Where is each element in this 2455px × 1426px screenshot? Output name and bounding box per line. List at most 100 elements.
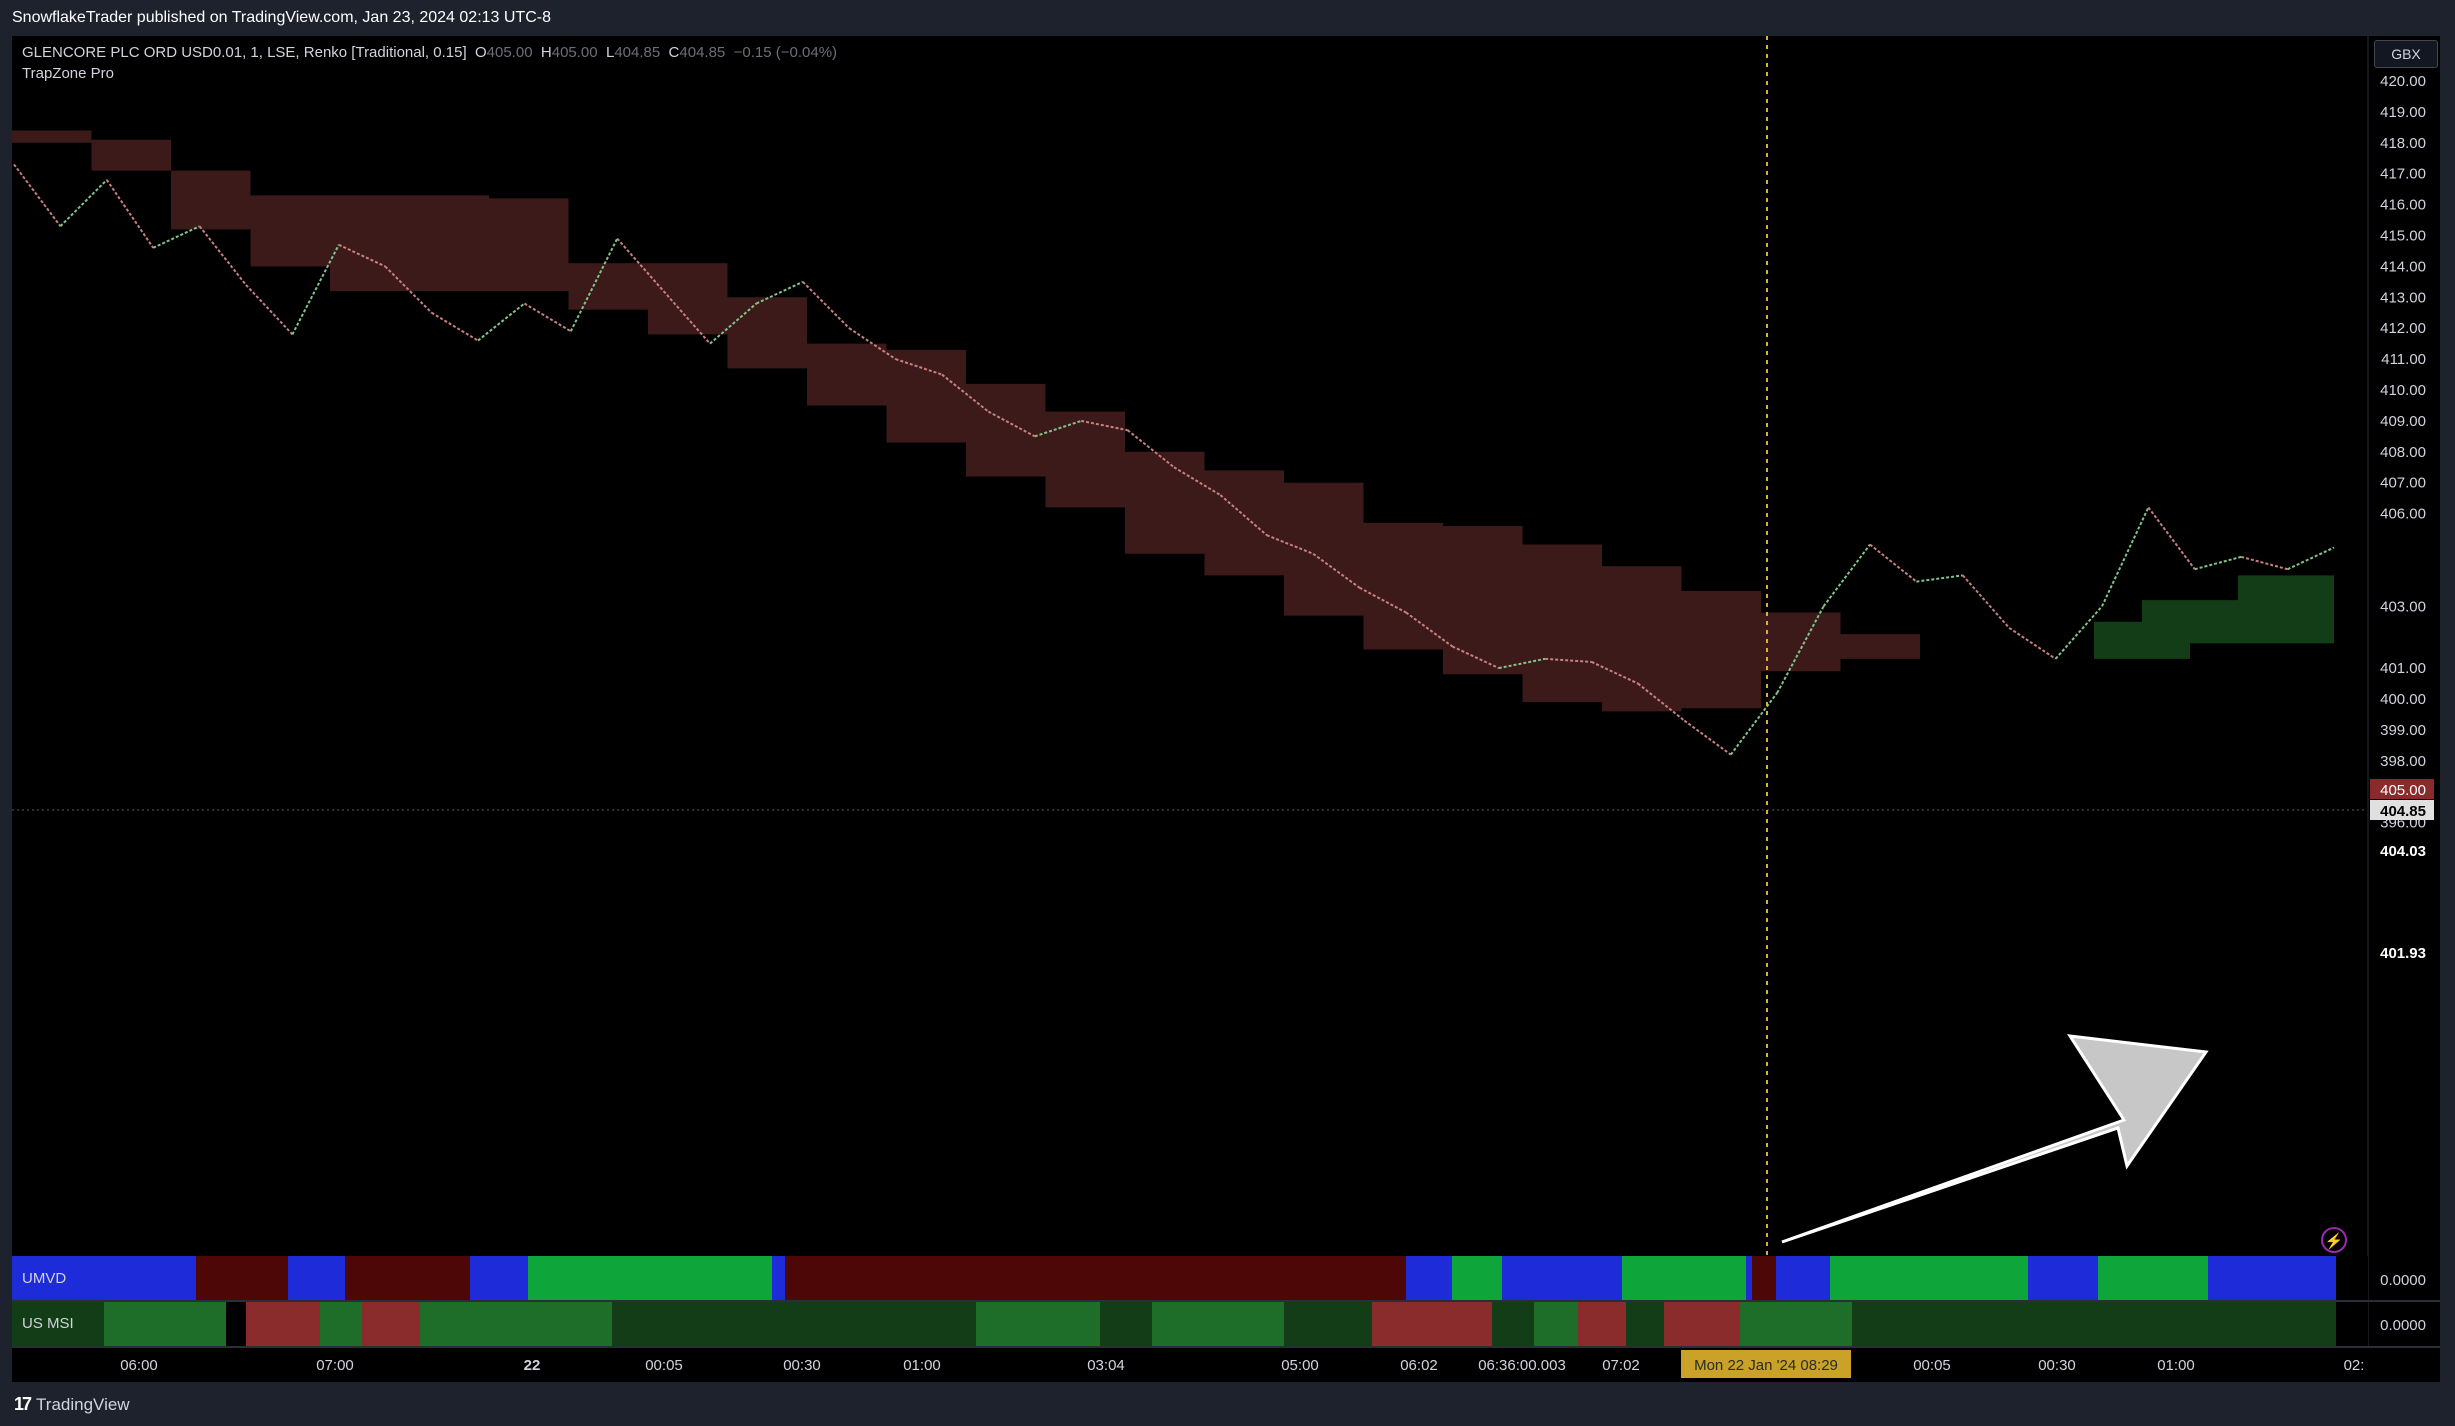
- time-tick: 00:30: [2038, 1357, 2076, 1374]
- usmsi-bar: [1372, 1302, 1492, 1346]
- price-tick: 411.00: [2381, 351, 2426, 368]
- umvd-bar: [785, 1256, 1406, 1300]
- time-tick: 00:30: [783, 1357, 821, 1374]
- umvd-bar: [772, 1256, 785, 1300]
- umvd-bar: [1746, 1256, 1752, 1300]
- footer-bar: 17 TradingView: [0, 1382, 2455, 1426]
- time-tick: 00:05: [1913, 1357, 1951, 1374]
- price-tick: 420.00: [2380, 73, 2426, 90]
- usmsi-bar: [1100, 1302, 1152, 1346]
- umvd-histogram: [12, 1256, 2336, 1300]
- currency-button[interactable]: GBX: [2374, 40, 2438, 68]
- time-tick: 22: [524, 1357, 541, 1374]
- usmsi-bar: [1626, 1302, 1664, 1346]
- usmsi-label: US MSI: [22, 1315, 74, 1332]
- usmsi-value: 0.0000: [2380, 1317, 2426, 1334]
- umvd-bar: [2028, 1256, 2098, 1300]
- chart-area[interactable]: ⚡ 420.00 419.00 418.00 417.00 416.00 415.00 41…: [12, 36, 2440, 1382]
- price-tick: 413.00: [2380, 289, 2426, 306]
- price-label-40193: 401.93: [2380, 945, 2426, 962]
- time-tick: 03:04: [1087, 1357, 1125, 1374]
- umvd-label: UMVD: [22, 1270, 66, 1287]
- close-label: C: [668, 44, 680, 61]
- publisher-header: SnowflakeTrader published on TradingView…: [0, 0, 2455, 36]
- usmsi-bar: [1740, 1302, 1852, 1346]
- umvd-bar: [2098, 1256, 2208, 1300]
- open-label: O: [474, 44, 487, 61]
- tv-logo-mark: 17: [14, 1394, 32, 1414]
- price-tick: 400.00: [2380, 691, 2426, 708]
- umvd-bar: [1752, 1256, 1776, 1300]
- usmsi-bar: [1492, 1302, 1534, 1346]
- time-tick: 05:00: [1281, 1357, 1319, 1374]
- time-tick: 01:00: [903, 1357, 941, 1374]
- price-tick: 417.00: [2380, 166, 2426, 183]
- chart-canvas[interactable]: ⚡ 420.00 419.00 418.00 417.00 416.00 415.00 41…: [12, 36, 2440, 1382]
- price-label-40485: 404.85: [2380, 803, 2426, 820]
- price-tick: 398.00: [2380, 753, 2426, 770]
- umvd-bar: [1776, 1256, 1830, 1300]
- high-value: 405.00: [551, 44, 598, 61]
- usmsi-bar: [1578, 1302, 1626, 1346]
- price-tick: 414.00: [2380, 258, 2426, 275]
- umvd-bar: [2208, 1256, 2336, 1300]
- lightning-glyph: ⚡: [2325, 1232, 2344, 1250]
- price-tick: 407.00: [2380, 475, 2426, 492]
- usmsi-bar: [1852, 1302, 2336, 1346]
- price-label-405: 405.00: [2380, 782, 2426, 799]
- price-tick: 412.00: [2380, 320, 2426, 337]
- price-tick: 410.00: [2380, 382, 2426, 399]
- price-tick: 418.00: [2380, 135, 2426, 152]
- usmsi-bar: [1284, 1302, 1372, 1346]
- close-value: 404.85: [679, 44, 726, 61]
- time-tick: 02:: [2344, 1357, 2365, 1374]
- usmsi-bar: [612, 1302, 976, 1346]
- tradingview-logo[interactable]: 17 TradingView: [14, 1394, 130, 1415]
- price-tick: 403.00: [2380, 598, 2426, 615]
- usmsi-bar: [1152, 1302, 1284, 1346]
- usmsi-bar: [104, 1302, 226, 1346]
- time-tick: 06:02: [1400, 1357, 1438, 1374]
- time-tick: 07:02: [1602, 1357, 1640, 1374]
- usmsi-bar: [1664, 1302, 1740, 1346]
- usmsi-bar: [976, 1302, 1100, 1346]
- price-tick: 416.00: [2380, 197, 2426, 214]
- indicator-name[interactable]: TrapZone Pro: [22, 65, 114, 82]
- publisher-text: SnowflakeTrader published on TradingView…: [12, 9, 551, 26]
- time-tick: 01:00: [2157, 1357, 2195, 1374]
- umvd-bar: [528, 1256, 772, 1300]
- price-tick: 406.00: [2380, 506, 2426, 523]
- usmsi-bar: [1534, 1302, 1578, 1346]
- usmsi-bar: [362, 1302, 420, 1346]
- usmsi-bar: [246, 1302, 320, 1346]
- umvd-bar: [1622, 1256, 1746, 1300]
- price-tick: 408.00: [2380, 444, 2426, 461]
- umvd-value: 0.0000: [2380, 1272, 2426, 1289]
- price-tick: 415.00: [2380, 228, 2426, 245]
- tradingview-brand: TradingView: [36, 1394, 130, 1414]
- umvd-bar: [196, 1256, 288, 1300]
- price-tick: 401.00: [2380, 660, 2426, 677]
- time-tick: 00:05: [645, 1357, 683, 1374]
- price-tick: 419.00: [2380, 104, 2426, 121]
- usmsi-bar: [420, 1302, 486, 1346]
- symbol-legend[interactable]: GLENCORE PLC ORD USD0.01, 1, LSE, Renko …: [22, 44, 837, 61]
- umvd-bar: [288, 1256, 345, 1300]
- time-tick: 06:36:00.003: [1478, 1357, 1566, 1374]
- umvd-bar: [1502, 1256, 1622, 1300]
- usmsi-bar: [320, 1302, 362, 1346]
- change-value: −0.15 (−0.04%): [733, 44, 838, 61]
- open-value: 405.00: [486, 44, 533, 61]
- high-label: H: [540, 44, 552, 61]
- usmsi-histogram: [12, 1302, 2336, 1346]
- price-tick: 399.00: [2380, 722, 2426, 739]
- usmsi-bar: [486, 1302, 612, 1346]
- umvd-bar: [1406, 1256, 1452, 1300]
- umvd-bar: [345, 1256, 470, 1300]
- time-tick: 06:00: [120, 1357, 158, 1374]
- price-tick: 409.00: [2380, 413, 2426, 430]
- low-value: 404.85: [614, 44, 661, 61]
- symbol-name[interactable]: GLENCORE PLC ORD USD0.01, 1, LSE, Renko …: [22, 44, 467, 61]
- crosshair-time-label: Mon 22 Jan '24 08:29: [1694, 1357, 1838, 1374]
- time-tick: 07:00: [316, 1357, 354, 1374]
